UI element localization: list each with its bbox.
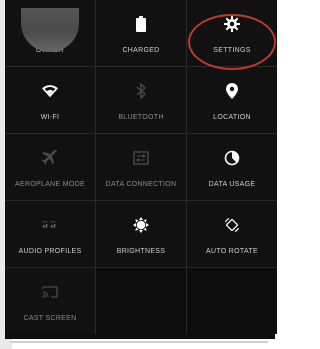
brightness-icon — [133, 217, 149, 233]
gear-icon — [224, 16, 240, 32]
tile-owner[interactable]: OWNER — [5, 0, 95, 66]
bluetooth-icon — [133, 83, 149, 99]
tile-bluetooth[interactable]: BLUETOOTH — [96, 67, 186, 133]
tile-wifi[interactable]: WI-FI — [5, 67, 95, 133]
user-avatar — [21, 8, 79, 52]
location-pin-icon — [224, 83, 240, 99]
quick-settings-grid: OWNER CHARGED — [5, 0, 277, 334]
tile-label-location: LOCATION — [213, 114, 251, 121]
tile-label-bluetooth: BLUETOOTH — [118, 114, 164, 121]
quick-settings-panel: OWNER CHARGED — [5, 0, 277, 339]
airplane-icon — [42, 150, 58, 166]
cast-screen-icon — [42, 284, 58, 300]
tile-location[interactable]: LOCATION — [187, 67, 277, 133]
tile-settings[interactable]: SETTINGS — [187, 0, 277, 66]
auto-rotate-icon — [224, 217, 240, 233]
audio-profiles-icon — [42, 217, 58, 233]
wifi-icon — [42, 83, 58, 99]
tile-aeroplane-mode[interactable]: AEROPLANE MODE — [5, 134, 95, 200]
tile-data-usage[interactable]: DATA USAGE — [187, 134, 277, 200]
tile-battery[interactable]: CHARGED — [96, 0, 186, 66]
empty-grid-cell — [96, 268, 186, 334]
data-connection-icon — [133, 150, 149, 166]
tile-brightness[interactable]: BRIGHTNESS — [96, 201, 186, 267]
tile-label-cast-screen: CAST SCREEN — [23, 315, 77, 322]
tile-label-aeroplane-mode: AEROPLANE MODE — [15, 181, 85, 188]
tile-label-data-usage: DATA USAGE — [208, 181, 256, 188]
tile-data-connection[interactable]: DATA CONNECTION — [96, 134, 186, 200]
tile-label-auto-rotate: AUTO ROTATE — [206, 248, 258, 255]
data-usage-icon — [224, 150, 240, 166]
empty-grid-cell — [187, 268, 277, 334]
tile-label-audio-profiles: AUDIO PROFILES — [18, 248, 82, 255]
tile-cast-screen[interactable]: CAST SCREEN — [5, 268, 95, 334]
tile-label-charged: CHARGED — [122, 47, 160, 54]
tile-label-brightness: BRIGHTNESS — [116, 248, 166, 255]
tile-label-settings: SETTINGS — [213, 47, 251, 54]
drag-handle-bar[interactable] — [10, 341, 268, 343]
battery-icon — [133, 16, 149, 32]
tile-auto-rotate[interactable]: AUTO ROTATE — [187, 201, 277, 267]
tile-label-wifi: WI-FI — [40, 114, 60, 121]
tile-audio-profiles[interactable]: AUDIO PROFILES — [5, 201, 95, 267]
tile-label-data-connection: DATA CONNECTION — [105, 181, 177, 188]
